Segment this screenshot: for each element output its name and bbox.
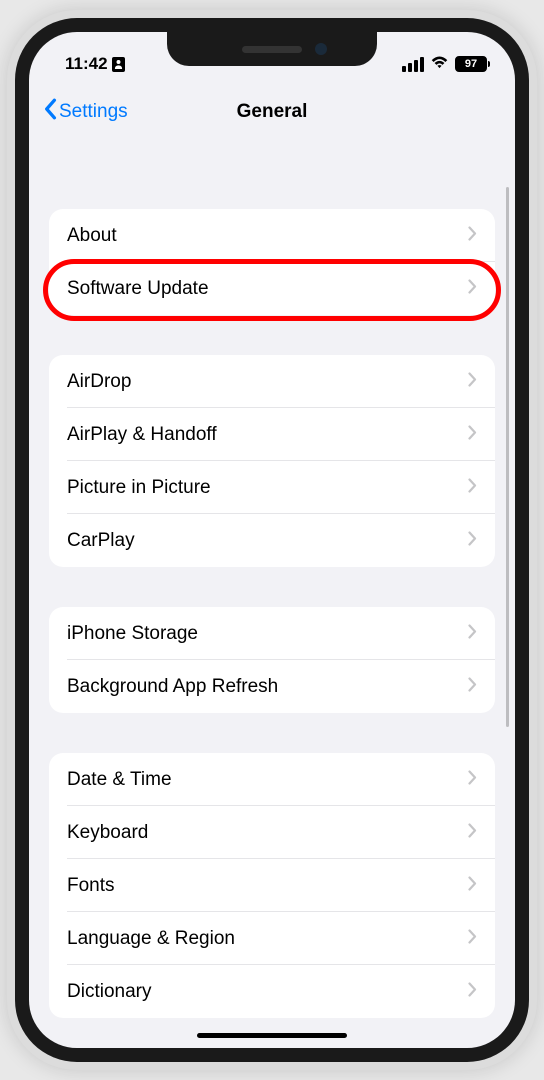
row-keyboard[interactable]: Keyboard bbox=[49, 806, 495, 859]
home-indicator[interactable] bbox=[197, 1033, 347, 1038]
chevron-right-icon bbox=[468, 477, 477, 499]
chevron-right-icon bbox=[468, 875, 477, 897]
row-picture-in-picture[interactable]: Picture in Picture bbox=[49, 461, 495, 514]
page-title: General bbox=[237, 101, 308, 123]
row-date-time[interactable]: Date & Time bbox=[49, 753, 495, 806]
notch bbox=[167, 32, 377, 66]
contact-card-icon bbox=[112, 57, 125, 72]
chevron-right-icon bbox=[468, 424, 477, 446]
row-background-app-refresh[interactable]: Background App Refresh bbox=[49, 660, 495, 713]
row-label: AirDrop bbox=[67, 371, 131, 393]
row-label: iPhone Storage bbox=[67, 623, 198, 645]
section-locale: Date & Time Keyboard Fonts Language & Re… bbox=[49, 753, 495, 1018]
chevron-right-icon bbox=[468, 769, 477, 791]
row-language-region[interactable]: Language & Region bbox=[49, 912, 495, 965]
row-software-update[interactable]: Software Update bbox=[49, 262, 495, 315]
cellular-signal-icon bbox=[402, 57, 424, 72]
back-label: Settings bbox=[59, 101, 128, 123]
row-label: Language & Region bbox=[67, 928, 235, 950]
screen: 11:42 97 bbox=[29, 32, 515, 1048]
row-iphone-storage[interactable]: iPhone Storage bbox=[49, 607, 495, 660]
row-label: Dictionary bbox=[67, 981, 151, 1003]
wifi-icon bbox=[430, 54, 449, 74]
chevron-right-icon bbox=[468, 278, 477, 300]
row-airplay-handoff[interactable]: AirPlay & Handoff bbox=[49, 408, 495, 461]
row-fonts[interactable]: Fonts bbox=[49, 859, 495, 912]
status-left: 11:42 bbox=[65, 54, 125, 74]
chevron-right-icon bbox=[468, 623, 477, 645]
row-label: About bbox=[67, 225, 117, 247]
chevron-right-icon bbox=[468, 822, 477, 844]
chevron-right-icon bbox=[468, 981, 477, 1003]
row-label: Picture in Picture bbox=[67, 477, 211, 499]
chevron-right-icon bbox=[468, 225, 477, 247]
section-airdrop: AirDrop AirPlay & Handoff Picture in Pic… bbox=[49, 355, 495, 567]
section-storage: iPhone Storage Background App Refresh bbox=[49, 607, 495, 713]
phone-frame: 11:42 97 bbox=[7, 10, 537, 1070]
chevron-right-icon bbox=[468, 676, 477, 698]
chevron-right-icon bbox=[468, 530, 477, 552]
speaker-grille bbox=[242, 46, 302, 53]
row-dictionary[interactable]: Dictionary bbox=[49, 965, 495, 1018]
chevron-right-icon bbox=[468, 371, 477, 393]
content-scroll[interactable]: About Software Update AirDrop AirPlay & bbox=[29, 137, 515, 1048]
chevron-right-icon bbox=[468, 928, 477, 950]
nav-bar: Settings General bbox=[29, 87, 515, 137]
status-time: 11:42 bbox=[65, 54, 108, 74]
row-label: CarPlay bbox=[67, 530, 135, 552]
row-airdrop[interactable]: AirDrop bbox=[49, 355, 495, 408]
row-label: AirPlay & Handoff bbox=[67, 424, 217, 446]
battery-percent: 97 bbox=[465, 58, 477, 70]
row-label: Date & Time bbox=[67, 769, 172, 791]
row-label: Background App Refresh bbox=[67, 676, 278, 698]
phone-border: 11:42 97 bbox=[15, 18, 529, 1062]
row-label: Fonts bbox=[67, 875, 115, 897]
chevron-left-icon bbox=[43, 98, 57, 126]
status-right: 97 bbox=[402, 54, 487, 74]
row-about[interactable]: About bbox=[49, 209, 495, 262]
row-label: Software Update bbox=[67, 278, 209, 300]
back-button[interactable]: Settings bbox=[43, 98, 128, 126]
battery-icon: 97 bbox=[455, 56, 487, 72]
front-camera bbox=[315, 43, 327, 55]
row-carplay[interactable]: CarPlay bbox=[49, 514, 495, 567]
section-about: About Software Update bbox=[49, 209, 495, 315]
row-label: Keyboard bbox=[67, 822, 148, 844]
scroll-indicator[interactable] bbox=[506, 187, 509, 727]
